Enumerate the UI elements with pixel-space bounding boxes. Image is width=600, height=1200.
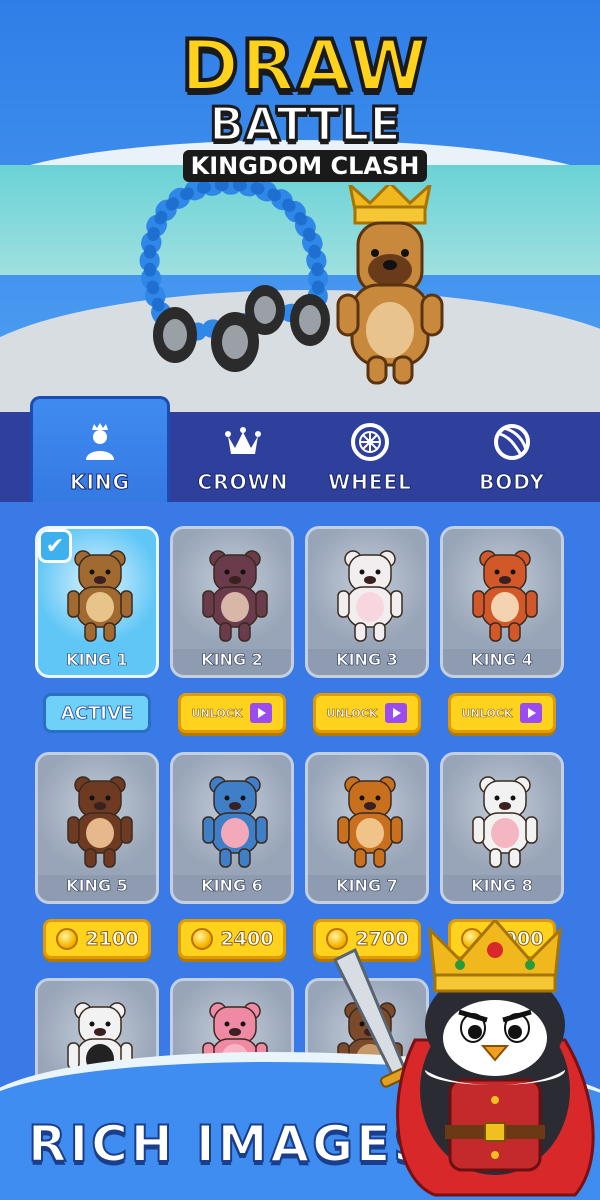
game-logo: DRAW BATTLE KINGDOM CLASH [140, 25, 470, 182]
king-character [336, 185, 444, 385]
price-button[interactable]: 2100 [43, 919, 151, 959]
ball-icon [494, 424, 530, 460]
logo-line-2: BATTLE [208, 97, 403, 151]
card-label: KING 5 [66, 876, 128, 896]
unlock-button[interactable]: UNLOCK [313, 693, 421, 733]
character-figure [202, 550, 268, 642]
hero-scene: DRAW BATTLE KINGDOM CLASH [0, 0, 600, 415]
button-label: ACTIVE [60, 702, 134, 724]
checkmark-icon: ✔ [38, 529, 72, 563]
drawn-vehicle [139, 174, 330, 372]
video-ad-icon [250, 703, 273, 723]
tab-label: CROWN [197, 470, 289, 495]
tab-label: BODY [479, 470, 545, 495]
category-tab-bar: KING CROWN WHEEL BODY [0, 396, 600, 502]
character-card[interactable]: KING 8 [440, 752, 564, 904]
character-figure [337, 776, 403, 868]
card-label: KING 8 [471, 876, 533, 896]
character-figure [472, 550, 538, 642]
card-label: KING 1 [66, 650, 128, 670]
tab-wheel[interactable]: WHEEL [300, 412, 440, 502]
character-figure [67, 776, 133, 868]
card-label: KING 2 [201, 650, 263, 670]
character-figure [202, 776, 268, 868]
penguin-king-mascot [332, 920, 595, 1197]
card-label: KING 6 [201, 876, 263, 896]
character-card[interactable]: KING 7 [305, 752, 429, 904]
price-label: 2400 [220, 928, 274, 951]
person-crown-icon [86, 423, 114, 460]
button-label: UNLOCK [461, 706, 513, 720]
button-label: UNLOCK [191, 706, 243, 720]
unlock-button[interactable]: UNLOCK [448, 693, 556, 733]
card-label: KING 3 [336, 650, 398, 670]
character-figure [472, 776, 538, 868]
price-label: 2100 [85, 928, 139, 951]
tab-label: KING [69, 470, 131, 495]
character-card[interactable]: KING 3 [305, 526, 429, 678]
card-label: KING 7 [336, 876, 398, 896]
price-button[interactable]: 2400 [178, 919, 286, 959]
logo-line-1: DRAW [179, 25, 430, 107]
coin-icon [55, 928, 78, 950]
video-ad-icon [520, 703, 543, 723]
crown-icon [225, 427, 261, 454]
video-ad-icon [385, 703, 408, 723]
active-button[interactable]: ACTIVE [43, 693, 151, 733]
tab-crown[interactable]: CROWN [173, 412, 313, 502]
coin-icon [190, 928, 213, 950]
card-label: KING 4 [471, 650, 533, 670]
tab-body[interactable]: BODY [442, 412, 582, 502]
tab-king[interactable]: KING [30, 396, 170, 502]
unlock-button[interactable]: UNLOCK [178, 693, 286, 733]
character-figure [67, 550, 133, 642]
character-card[interactable]: KING 6 [170, 752, 294, 904]
character-card[interactable]: KING 2 [170, 526, 294, 678]
character-figure [337, 550, 403, 642]
character-card[interactable]: KING 5 [35, 752, 159, 904]
tab-label: WHEEL [328, 470, 412, 495]
wheel-icon [351, 423, 389, 461]
character-card[interactable]: KING 1 ✔ [35, 526, 159, 678]
button-label: UNLOCK [326, 706, 378, 720]
character-card[interactable]: KING 4 [440, 526, 564, 678]
logo-line-3: KINGDOM CLASH [182, 150, 428, 182]
